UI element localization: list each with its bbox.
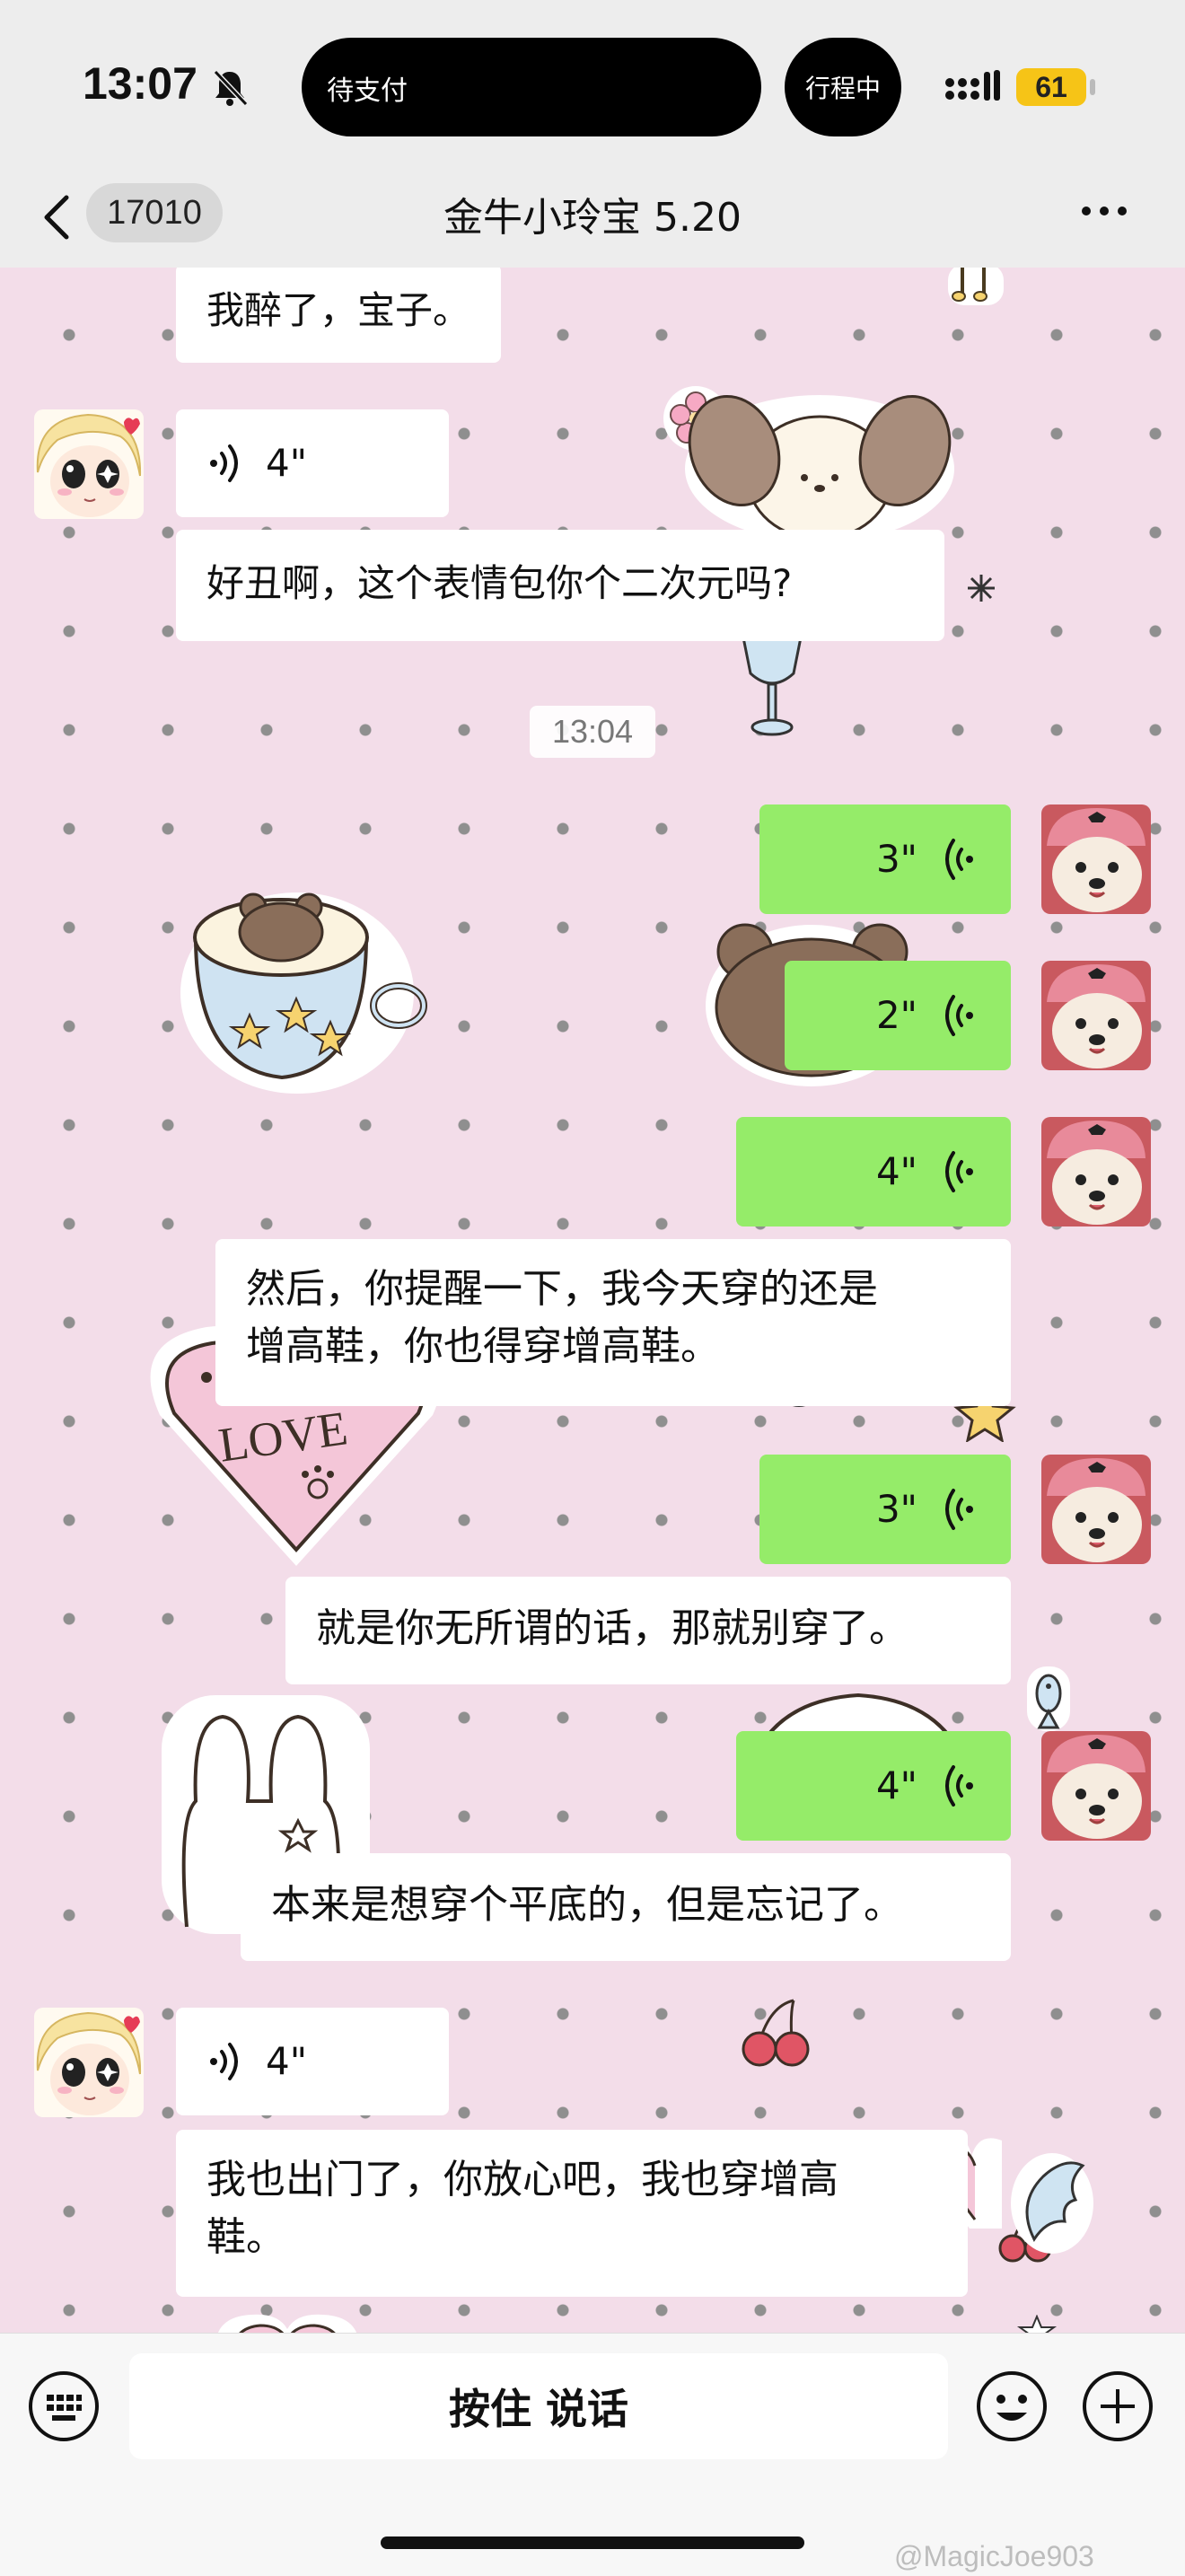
anime-girl-avatar-icon	[34, 2008, 144, 2117]
avatar-self[interactable]	[1041, 1455, 1151, 1564]
dog-avatar-icon	[1041, 1731, 1151, 1841]
message-bubble-incoming[interactable]: 好丑啊，这个表情包你个二次元吗?	[176, 530, 944, 641]
chat-input-bar: 按住 说话 @MagicJoe903	[0, 2333, 1185, 2576]
voice-duration: 3"	[875, 1487, 917, 1531]
voice-duration: 4"	[875, 1149, 917, 1193]
message-text: 好丑啊，这个表情包你个二次元吗?	[206, 561, 793, 605]
anime-girl-avatar-icon	[34, 409, 144, 519]
message-bubble-outgoing[interactable]: 然后，你提醒一下，我今天穿的还是 增高鞋，你也得穿增高鞋。	[215, 1239, 1011, 1406]
status-bar: 13:07 待支付 行程中 61	[0, 0, 1185, 171]
dog-avatar-icon	[1041, 1455, 1151, 1564]
unread-count-badge[interactable]: 17010	[86, 183, 223, 242]
voice-wave-icon	[210, 2043, 238, 2080]
glass-sticker-icon	[742, 636, 803, 736]
fish-sticker-icon	[1027, 1666, 1070, 1731]
message-text-line-2: 增高鞋，你也得穿增高鞋。	[246, 1323, 720, 1369]
timestamp-divider: 13:04	[530, 706, 655, 758]
avatar-contact[interactable]	[34, 2008, 144, 2117]
battery-cap	[1090, 79, 1095, 95]
plus-icon[interactable]	[1081, 2369, 1154, 2443]
voice-wave-icon	[945, 1489, 973, 1530]
music-note-sticker-icon	[948, 268, 1004, 305]
message-text-line-1: 我也出门了，你放心吧，我也穿增高	[206, 2157, 838, 2202]
avatar-self[interactable]	[1041, 1117, 1151, 1226]
trip-in-progress-pill[interactable]: 行程中	[785, 38, 901, 136]
bell-mute-icon	[213, 69, 249, 107]
emoji-icon[interactable]	[975, 2369, 1049, 2443]
message-bubble-outgoing[interactable]: 就是你无所谓的话，那就别穿了。	[285, 1577, 1011, 1684]
voice-wave-icon	[210, 444, 238, 482]
voice-duration: 3"	[875, 837, 917, 881]
message-text-line-1: 然后，你提醒一下，我今天穿的还是	[246, 1266, 878, 1312]
chat-message-list[interactable]: LOVE 我醉了，宝子。 4" 好丑啊，这个表情包你个二次元吗? 13:04 3…	[0, 268, 1185, 2333]
back-arrow-icon[interactable]	[38, 185, 74, 250]
message-text: 本来是想穿个平底的，但是忘记了。	[271, 1882, 903, 1928]
chat-title: 金牛小玲宝 5.20	[443, 195, 742, 241]
cherry-sticker-icon	[742, 1999, 810, 2067]
voice-duration: 4"	[266, 441, 308, 485]
voice-wave-icon	[945, 995, 973, 1036]
voice-message-incoming[interactable]: 4"	[176, 2008, 449, 2115]
star-small-sticker-icon	[1016, 2315, 1058, 2333]
dynamic-island-pending-payment[interactable]: 待支付	[302, 38, 761, 136]
avatar-contact[interactable]	[34, 409, 144, 519]
avatar-self[interactable]	[1041, 804, 1151, 914]
puppy-sticker-icon	[685, 394, 954, 542]
dog-avatar-icon	[1041, 1117, 1151, 1226]
sparkle-sticker-icon	[968, 575, 995, 602]
more-options-icon[interactable]	[1077, 198, 1131, 224]
message-bubble-outgoing[interactable]: 本来是想穿个平底的，但是忘记了。	[241, 1853, 1011, 1961]
voice-duration: 4"	[266, 2039, 308, 2083]
voice-message-incoming[interactable]: 4"	[176, 409, 449, 517]
signal-icon	[945, 70, 1000, 101]
dog-avatar-icon	[1041, 804, 1151, 914]
message-bubble-incoming[interactable]: 我也出门了，你放心吧，我也穿增高 鞋。	[176, 2130, 968, 2297]
voice-duration: 2"	[875, 993, 917, 1037]
home-indicator	[381, 2536, 804, 2549]
message-text: 就是你无所谓的话，那就别穿了。	[316, 1605, 908, 1651]
voice-wave-icon	[945, 1151, 973, 1192]
battery-indicator: 61	[1016, 68, 1086, 106]
hold-to-talk-button[interactable]: 按住 说话	[129, 2353, 948, 2459]
chat-header: 17010 金牛小玲宝 5.20	[0, 171, 1185, 268]
avatar-self[interactable]	[1041, 961, 1151, 1070]
voice-message-outgoing[interactable]: 4"	[736, 1117, 1011, 1226]
watermark: @MagicJoe903	[894, 2540, 1094, 2572]
message-bubble-incoming[interactable]: 我醉了，宝子。	[176, 268, 502, 363]
voice-wave-icon	[945, 1765, 973, 1807]
voice-duration: 4"	[875, 1763, 917, 1807]
coffee-cup-sticker-icon	[180, 892, 427, 1094]
message-text: 我醉了，宝子。	[206, 288, 471, 332]
voice-message-outgoing[interactable]: 2"	[785, 961, 1011, 1070]
voice-message-outgoing[interactable]: 3"	[759, 1455, 1011, 1564]
wing-sticker-icon	[1011, 2153, 1093, 2254]
heart-bottom-sticker-icon	[218, 2314, 356, 2333]
message-text-line-2: 鞋。	[206, 2214, 285, 2260]
voice-message-outgoing[interactable]: 3"	[759, 804, 1011, 914]
voice-wave-icon	[945, 839, 973, 880]
keyboard-icon[interactable]	[27, 2369, 101, 2443]
voice-message-outgoing[interactable]: 4"	[736, 1731, 1011, 1841]
status-time: 13:07	[83, 58, 198, 109]
dog-avatar-icon	[1041, 961, 1151, 1070]
pending-payment-label: 待支付	[327, 75, 408, 107]
avatar-self[interactable]	[1041, 1731, 1151, 1841]
